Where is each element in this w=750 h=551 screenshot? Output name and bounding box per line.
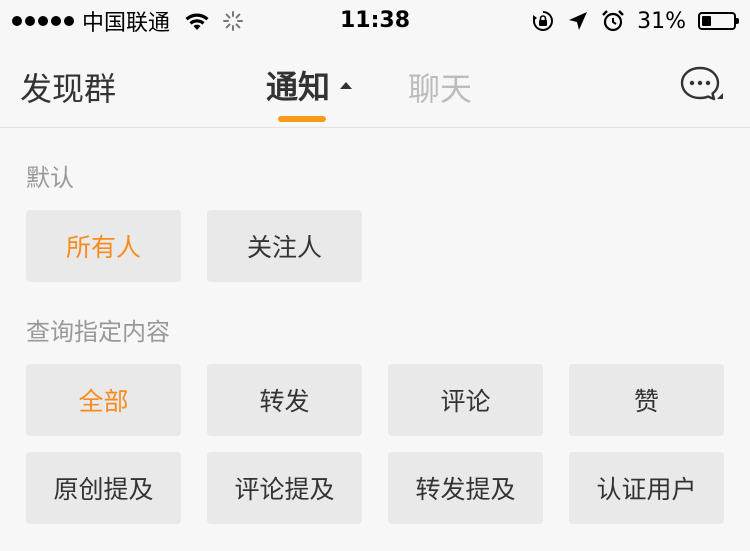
option-likes[interactable]: 赞 [569,364,724,436]
option-following[interactable]: 关注人 [207,210,362,282]
option-comments[interactable]: 评论 [388,364,543,436]
option-comment-mentions[interactable]: 评论提及 [207,452,362,524]
option-all[interactable]: 全部 [26,364,181,436]
carrier-name: 中国联通 [82,11,171,36]
option-verified-users[interactable]: 认证用户 [569,452,724,524]
rotation-lock-icon [533,11,554,31]
battery-percent: 31% [637,8,686,34]
section-label-query: 查询指定内容 [26,318,170,346]
status-right: 31% [531,6,739,36]
nav-bar: 发现群 通知 聊天 [0,42,750,128]
active-tab-indicator [278,116,326,122]
option-everyone[interactable]: 所有人 [26,210,181,282]
signal-dots-icon [12,16,74,26]
discover-groups-button[interactable]: 发现群 [20,64,116,110]
tab-notifications-label: 通知 [266,68,331,106]
status-bar: 中国联通 11:38 31% [0,0,750,42]
caret-up-icon [340,81,353,89]
chat-bubble-icon[interactable] [678,64,726,108]
tab-chat[interactable]: 聊天 [408,64,472,110]
alarm-clock-icon [602,10,624,32]
status-left: 中国联通 [12,6,244,36]
option-reposts[interactable]: 转发 [207,364,362,436]
battery-fill [702,16,711,26]
location-arrow-icon [569,12,588,30]
section-label-default: 默认 [26,164,74,192]
activity-spinner-icon [223,11,244,31]
wifi-icon [185,13,209,30]
tab-notifications[interactable]: 通知 [266,62,353,108]
option-repost-mentions[interactable]: 转发提及 [388,452,543,524]
battery-icon [698,12,739,30]
option-original-mentions[interactable]: 原创提及 [26,452,181,524]
